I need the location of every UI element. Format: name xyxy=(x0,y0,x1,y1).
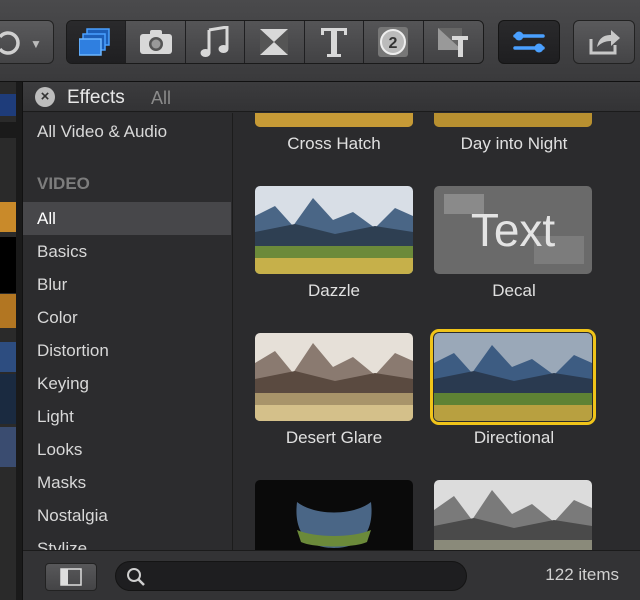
share-arrow-icon xyxy=(589,30,620,55)
effects-category-sidebar: All Video & Audio VIDEO All Basics Blur … xyxy=(23,113,233,550)
sliders-icon xyxy=(513,31,545,53)
filmstrip-segment xyxy=(0,427,16,467)
decal-text: Text xyxy=(471,204,556,256)
sidebar-item-stylize[interactable]: Stylize xyxy=(23,532,231,550)
effects-header: × Effects All xyxy=(23,82,640,112)
mask-preview xyxy=(255,480,413,550)
svg-text:2: 2 xyxy=(389,35,398,52)
effect-label-directional: Directional xyxy=(473,428,555,447)
mountain-preview xyxy=(434,480,592,550)
browser-toolbar: 2 xyxy=(66,20,484,64)
sidebar-item-blur[interactable]: Blur xyxy=(23,268,231,301)
effect-thumbnail-dazzle[interactable] xyxy=(255,186,413,274)
filmstrip-segment xyxy=(0,122,16,138)
countdown-icon: 2 xyxy=(378,27,409,57)
share-button[interactable] xyxy=(573,20,635,64)
search-icon xyxy=(127,568,145,586)
dazzle-mountain-preview xyxy=(255,186,413,274)
titles-browser-button[interactable] xyxy=(304,21,365,63)
undo-icon xyxy=(0,31,20,55)
transition-icon xyxy=(260,29,289,55)
themes-browser-button[interactable] xyxy=(423,21,483,63)
sidebar-item-light[interactable]: Light xyxy=(23,400,231,433)
breadcrumb: All xyxy=(151,88,172,108)
filmstrip-segment xyxy=(0,237,16,293)
generators-browser-button[interactable]: 2 xyxy=(364,21,424,63)
effect-thumbnail-cross-hatch[interactable] xyxy=(255,113,413,127)
themes-icon xyxy=(438,28,469,57)
search-field[interactable] xyxy=(115,561,467,591)
sidebar-item-all[interactable]: All xyxy=(23,202,231,235)
filmstrip-segment xyxy=(0,374,16,424)
effect-label-day-into-night: Day into Night xyxy=(460,134,568,153)
desert-glare-preview xyxy=(255,333,413,421)
decal-preview: Text xyxy=(434,186,592,274)
section-heading-video: VIDEO xyxy=(37,174,90,193)
close-effects-button[interactable]: × xyxy=(35,87,55,107)
day-into-night-preview xyxy=(434,113,592,127)
filmstrip-segment xyxy=(0,94,16,116)
film-clips-icon xyxy=(79,28,110,56)
item-count: 122 items xyxy=(545,565,619,584)
music-note-icon xyxy=(200,26,229,57)
undo-menu-button[interactable]: ▼ xyxy=(0,20,54,64)
sidebar-icon xyxy=(60,568,82,586)
effect-thumbnail-day-into-night[interactable] xyxy=(434,113,592,127)
page-title: Effects xyxy=(67,87,125,108)
effect-label-dazzle: Dazzle xyxy=(308,281,360,300)
sidebar-item-color[interactable]: Color xyxy=(23,301,231,334)
cross-hatch-preview xyxy=(255,113,413,127)
browser-footer: 122 items xyxy=(23,550,640,600)
directional-preview xyxy=(434,333,592,421)
filmstrip-segment xyxy=(0,342,16,372)
effect-thumbnail-decal[interactable]: Text xyxy=(434,186,592,274)
sidebar-item-masks[interactable]: Masks xyxy=(23,466,231,499)
chevron-down-icon: ▼ xyxy=(30,37,42,51)
photos-browser-button[interactable] xyxy=(126,21,186,63)
sidebar-item-basics[interactable]: Basics xyxy=(23,235,231,268)
search-input[interactable] xyxy=(150,566,450,588)
sidebar-item-distortion[interactable]: Distortion xyxy=(23,334,231,367)
toolbar: ▼ 2 xyxy=(0,0,640,82)
filmstrip-segment xyxy=(0,202,16,232)
sidebar-item-all-video-audio[interactable]: All Video & Audio xyxy=(23,115,231,148)
transitions-browser-button[interactable] xyxy=(245,21,305,63)
effect-label-cross-hatch: Cross Hatch xyxy=(287,134,381,153)
effect-thumbnail-directional[interactable] xyxy=(430,329,596,425)
sidebar-toggle-button[interactable] xyxy=(45,563,97,591)
effects-browser: × Effects All All Video & Audio VIDEO Al… xyxy=(22,82,640,600)
sidebar-item-nostalgia[interactable]: Nostalgia xyxy=(23,499,231,532)
effect-label-desert-glare: Desert Glare xyxy=(285,428,383,447)
clips-browser-button[interactable] xyxy=(67,21,127,63)
effects-thumbnail-grid: Cross Hatch Day into Night Dazzle Text D… xyxy=(234,113,640,550)
sidebar-item-looks[interactable]: Looks xyxy=(23,433,231,466)
effect-thumbnail-mask[interactable] xyxy=(255,480,413,550)
inspector-toggle-button[interactable] xyxy=(498,20,560,64)
viewer-edge-strip xyxy=(0,82,16,600)
sidebar-item-keying[interactable]: Keying xyxy=(23,367,231,400)
camera-icon xyxy=(139,30,172,54)
music-browser-button[interactable] xyxy=(185,21,246,63)
effect-thumbnail-mountain[interactable] xyxy=(434,480,592,550)
filmstrip-segment xyxy=(0,294,16,328)
effect-label-decal: Decal xyxy=(492,281,536,300)
title-t-icon xyxy=(320,28,347,57)
effect-thumbnail-desert-glare[interactable] xyxy=(255,333,413,421)
